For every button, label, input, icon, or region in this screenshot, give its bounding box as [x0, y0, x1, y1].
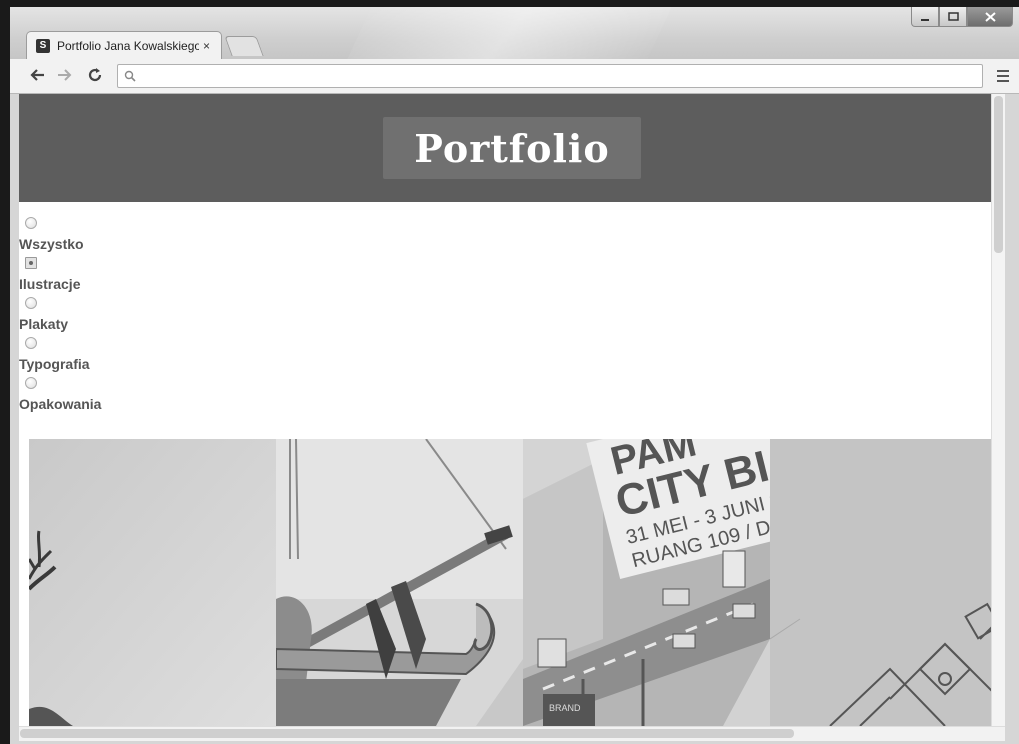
address-bar[interactable]	[117, 64, 983, 88]
forward-arrow-icon	[58, 69, 72, 81]
floorplan-illustration	[770, 439, 1005, 726]
browser-window: S Portfolio Jana Kowalskiego × Portfolio…	[10, 7, 1019, 744]
maximize-icon	[947, 12, 959, 21]
gallery-item-branch[interactable]	[29, 439, 276, 726]
vertical-scrollbar[interactable]	[991, 94, 1005, 726]
filter-radio-ilustracje[interactable]	[25, 257, 37, 269]
search-icon	[124, 70, 136, 82]
close-window-button[interactable]	[967, 7, 1013, 27]
browser-toolbar	[10, 59, 1019, 94]
new-tab-button[interactable]	[224, 36, 264, 56]
category-filters: Wszystko Ilustracje Plakaty Typografia O…	[19, 214, 101, 414]
site-header: Portfolio	[19, 94, 1005, 202]
minimize-icon	[921, 18, 929, 21]
poster-sign: BRAND	[549, 703, 581, 713]
tab-close-icon[interactable]: ×	[203, 39, 210, 53]
tab-title: Portfolio Jana Kowalskiego	[57, 38, 199, 53]
close-icon	[984, 11, 996, 22]
menu-bar-1	[997, 70, 1009, 72]
window-controls	[911, 7, 1013, 27]
minimize-button[interactable]	[911, 7, 939, 27]
reload-icon	[88, 68, 102, 82]
filter-radio-wszystko[interactable]	[25, 217, 37, 229]
filter-label-ilustracje[interactable]: Ilustracje	[19, 274, 101, 294]
vertical-scroll-thumb[interactable]	[994, 96, 1003, 253]
horizontal-scrollbar[interactable]	[19, 726, 1005, 741]
filter-label-typografia[interactable]: Typografia	[19, 354, 101, 374]
menu-bar-3	[997, 80, 1009, 82]
ship-illustration	[276, 439, 523, 726]
gallery-item-floorplan[interactable]	[770, 439, 1005, 726]
filter-radio-opakowania[interactable]	[25, 377, 37, 389]
menu-bar-2	[997, 75, 1009, 77]
filter-label-plakaty[interactable]: Plakaty	[19, 314, 101, 334]
browser-menu-button[interactable]	[993, 65, 1013, 87]
favicon: S	[36, 38, 50, 53]
forward-button[interactable]	[54, 64, 76, 86]
page-viewport: Portfolio Wszystko Ilustracje Plakaty Ty…	[19, 94, 1005, 726]
filter-label-wszystko[interactable]: Wszystko	[19, 234, 101, 254]
back-button[interactable]	[26, 64, 48, 86]
title-bar: S Portfolio Jana Kowalskiego ×	[10, 7, 1019, 77]
gallery-item-ship[interactable]	[276, 439, 523, 726]
horizontal-scroll-thumb[interactable]	[20, 729, 794, 738]
portfolio-gallery: PAM CITY BI 31 MEI - 3 JUNI 2 RUANG 109 …	[29, 439, 1005, 726]
gallery-item-city-poster[interactable]: PAM CITY BI 31 MEI - 3 JUNI 2 RUANG 109 …	[523, 439, 770, 726]
city-poster-illustration: PAM CITY BI 31 MEI - 3 JUNI 2 RUANG 109 …	[523, 439, 770, 726]
reload-button[interactable]	[84, 64, 106, 86]
filter-radio-typografia[interactable]	[25, 337, 37, 349]
site-logo[interactable]: Portfolio	[383, 117, 641, 179]
back-arrow-icon	[30, 69, 44, 81]
maximize-button[interactable]	[939, 7, 967, 27]
logo-text: Portfolio	[414, 125, 610, 171]
filter-label-opakowania[interactable]: Opakowania	[19, 394, 101, 414]
filter-radio-plakaty[interactable]	[25, 297, 37, 309]
browser-tab[interactable]: S Portfolio Jana Kowalskiego ×	[26, 31, 222, 59]
branch-illustration	[29, 439, 276, 726]
